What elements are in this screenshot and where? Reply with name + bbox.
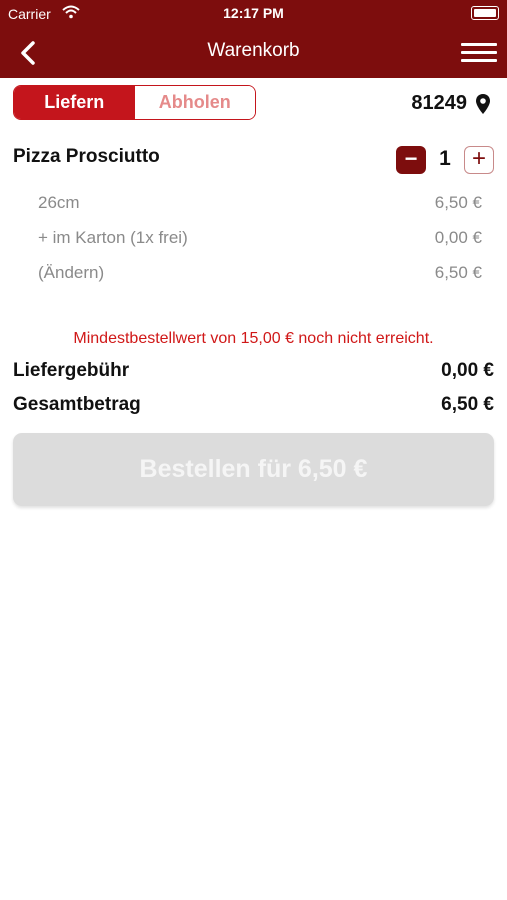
detail-price: 6,50 € [434,193,482,212]
quantity-decrease-button[interactable]: − [396,146,426,174]
segment-liefern[interactable]: Liefern [14,86,135,119]
clock: 12:17 PM [223,5,284,21]
status-bar: Carrier 12:17 PM [0,0,507,28]
location-pin-icon[interactable] [475,93,491,115]
detail-price: 0,00 € [434,228,482,247]
quantity-value: 1 [439,147,451,170]
detail-price: 6,50 € [434,263,482,282]
delivery-fee-label: Liefergebühr [13,360,130,381]
zip-code[interactable]: 81249 [411,92,467,115]
page-title: Warenkorb [207,40,300,61]
item-name: Pizza Prosciutto [13,146,160,167]
delivery-mode-toggle: Liefern Abholen [13,85,256,120]
edit-item-link[interactable]: (Ändern) [38,263,104,283]
quantity-increase-button[interactable]: + [464,146,494,174]
minimum-order-warning: Mindestbestellwert von 15,00 € noch nich… [73,330,434,347]
segment-abholen[interactable]: Abholen [134,86,255,119]
total-value: 6,50 € [441,394,494,415]
battery-icon [471,6,499,20]
hamburger-menu-icon[interactable] [461,38,497,66]
order-button[interactable]: Bestellen für 6,50 € [13,433,494,506]
detail-label: 26cm [38,193,80,212]
nav-bar: Warenkorb [0,28,507,78]
delivery-fee-value: 0,00 € [441,360,494,381]
detail-label: + im Karton (1x frei) [38,228,188,247]
total-label: Gesamtbetrag [13,394,141,415]
